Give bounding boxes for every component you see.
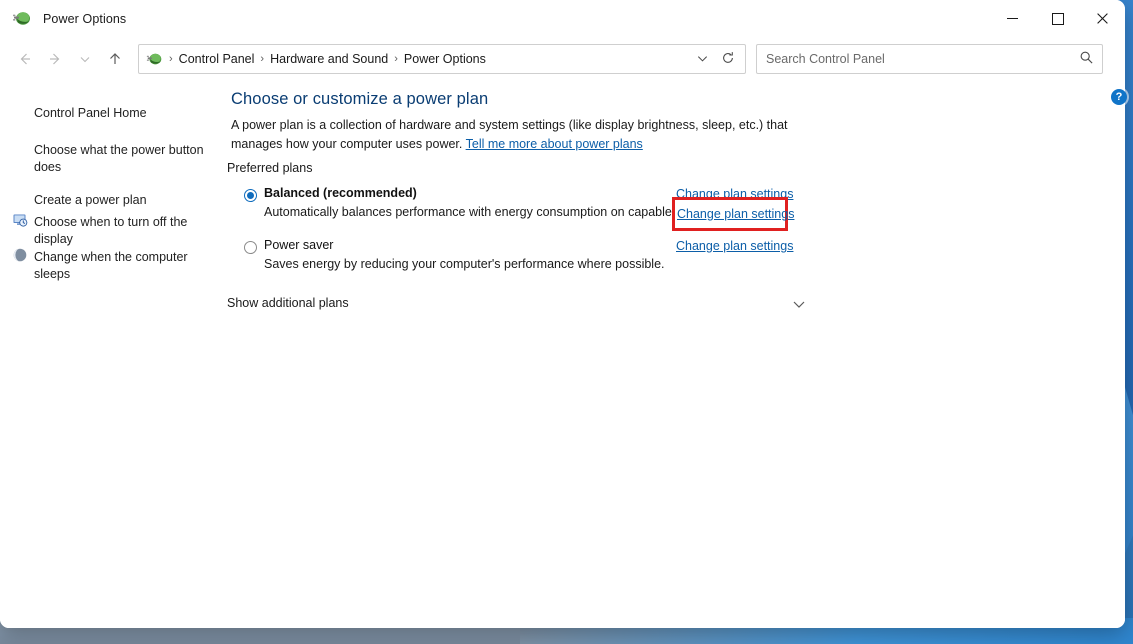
power-plug-icon (12, 9, 32, 29)
refresh-icon (723, 52, 733, 63)
chevron-down-icon (80, 57, 90, 63)
breadcrumb-separator: › (394, 53, 398, 65)
close-icon (1097, 13, 1108, 24)
breadcrumb-item-power-options[interactable]: Power Options (404, 52, 486, 66)
show-additional-plans-group[interactable]: Show additional plans (224, 296, 807, 317)
help-question-icon[interactable]: ? (1111, 89, 1127, 105)
window-body: Control Panel Home Choose what the power… (0, 81, 1125, 628)
display-clock-icon (12, 212, 28, 228)
breadcrumb-separator: › (260, 53, 265, 65)
sidebar-item-label: Create a power plan (34, 193, 147, 207)
page-title: Choose or customize a power plan (231, 90, 489, 108)
minimize-icon (1007, 18, 1018, 19)
sleep-moon-icon (12, 247, 28, 263)
address-bar[interactable]: › Control Panel › Hardware and Sound › P… (138, 44, 746, 74)
page-description: A power plan is a collection of hardware… (231, 116, 819, 154)
sidebar-item-label: Change when the computer sleeps (34, 250, 188, 281)
tell-me-more-link[interactable]: Tell me more about power plans (466, 137, 643, 151)
sidebar-item-change-computer-sleeps[interactable]: Change when the computer sleeps (34, 249, 212, 283)
forward-button[interactable] (40, 44, 70, 74)
power-options-window: Power Options › Control Panel › Hardware… (0, 0, 1125, 628)
plan-name: Power saver (264, 238, 334, 252)
forward-arrow-icon (50, 53, 60, 65)
title-bar[interactable]: Power Options (0, 0, 1125, 37)
breadcrumb-item-control-panel[interactable]: Control Panel (179, 52, 255, 66)
address-dropdown-button[interactable] (689, 45, 715, 71)
up-button[interactable] (100, 44, 130, 74)
sidebar-item-create-power-plan[interactable]: Create a power plan (34, 192, 212, 209)
search-box[interactable]: Search Control Panel (756, 44, 1103, 74)
breadcrumb-separator: › (169, 53, 173, 65)
plan-description: Saves energy by reducing your computer's… (264, 257, 665, 271)
change-plan-settings-link-highlighted[interactable]: Change plan settings (677, 207, 794, 221)
radio-balanced[interactable] (244, 189, 257, 202)
back-arrow-icon (20, 53, 30, 65)
plan-row-power-saver[interactable]: Power saver Saves energy by reducing you… (224, 238, 799, 284)
change-plan-settings-link-power-saver[interactable]: Change plan settings (676, 239, 793, 253)
chevron-down-icon[interactable] (791, 296, 807, 317)
close-button[interactable] (1080, 0, 1125, 37)
maximize-button[interactable] (1035, 0, 1080, 37)
address-bar-buttons (689, 45, 741, 71)
sidebar-item-choose-power-button[interactable]: Choose what the power button does (34, 142, 212, 176)
plan-description: Automatically balances performance with … (264, 205, 731, 219)
preferred-plans-group: Preferred plans (227, 161, 812, 181)
breadcrumb-item-hardware-and-sound[interactable]: Hardware and Sound (270, 52, 388, 66)
search-icon (1079, 50, 1094, 70)
window-title: Power Options (43, 11, 127, 26)
minimize-button[interactable] (990, 0, 1035, 37)
show-additional-plans-label[interactable]: Show additional plans (227, 296, 357, 310)
radio-power-saver[interactable] (244, 241, 257, 254)
maximize-icon (1051, 12, 1064, 25)
preferred-plans-label: Preferred plans (227, 161, 320, 175)
power-plug-icon (146, 51, 163, 68)
back-button[interactable] (10, 44, 40, 74)
main-content: Choose or customize a power plan A power… (224, 81, 1125, 628)
navigation-bar: › Control Panel › Hardware and Sound › P… (0, 37, 1125, 81)
search-input[interactable]: Search Control Panel (766, 52, 885, 66)
sidebar-item-label: Choose when to turn off the display (34, 215, 188, 246)
refresh-button[interactable] (715, 45, 741, 71)
recent-locations-button[interactable] (70, 44, 100, 74)
up-arrow-icon (110, 53, 120, 64)
sidebar-item-label: Choose what the power button does (34, 143, 204, 174)
sidebar-item-control-panel-home[interactable]: Control Panel Home (34, 105, 209, 122)
chevron-down-icon (697, 55, 707, 62)
plan-name: Balanced (recommended) (264, 186, 417, 200)
caption-button-group (990, 0, 1125, 37)
sidebar-item-choose-turn-off-display[interactable]: Choose when to turn off the display (34, 214, 212, 248)
sidebar: Control Panel Home Choose what the power… (0, 81, 224, 628)
sidebar-item-label: Control Panel Home (34, 106, 147, 120)
